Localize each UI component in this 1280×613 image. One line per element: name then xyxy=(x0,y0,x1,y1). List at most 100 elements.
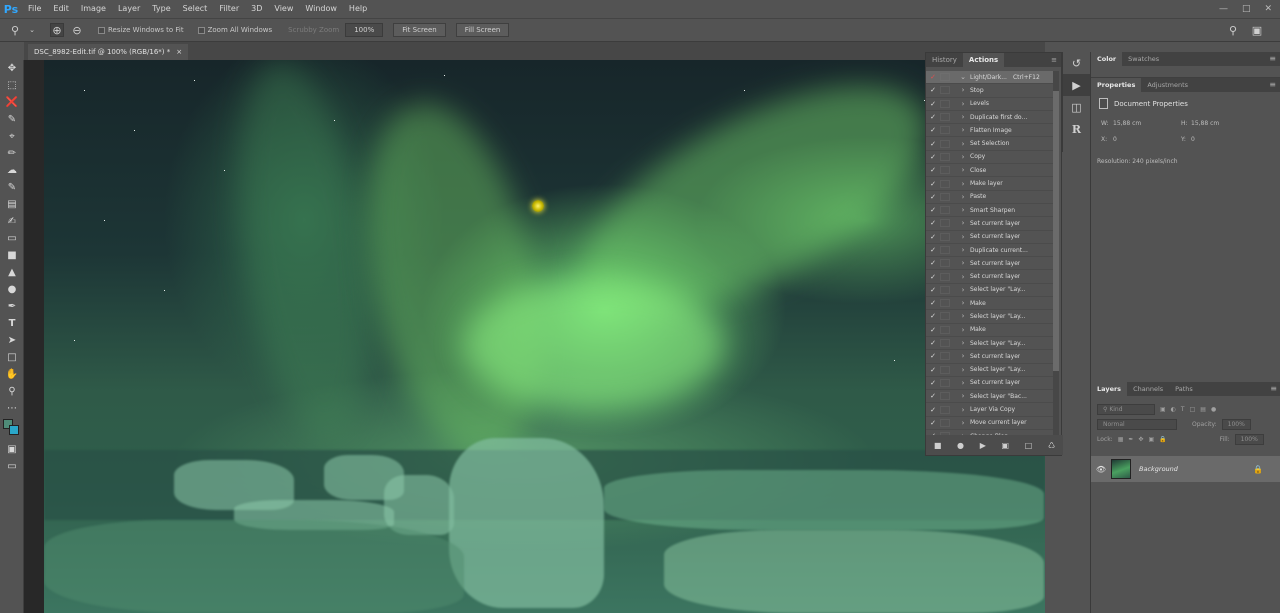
action-step-row[interactable]: ✓ › Layer Via Copy xyxy=(926,403,1054,417)
tab-paths[interactable]: Paths xyxy=(1169,382,1199,396)
scrollbar-thumb[interactable] xyxy=(1053,91,1059,371)
checkmark-icon[interactable]: ✓ xyxy=(926,73,940,81)
tab-actions[interactable]: Actions xyxy=(962,53,1005,67)
filter-pixel-icon[interactable]: ▣ xyxy=(1160,406,1166,413)
dialog-toggle-icon[interactable] xyxy=(940,219,950,228)
record-icon[interactable]: ● xyxy=(957,441,964,450)
action-step-row[interactable]: ✓ › Duplicate current... xyxy=(926,244,1054,258)
scrubby-zoom-checkbox[interactable]: Scrubby Zoom xyxy=(288,26,339,34)
tab-layers[interactable]: Layers xyxy=(1091,382,1128,396)
action-step-row[interactable]: ✓ › Select layer "Bac... xyxy=(926,390,1054,404)
dialog-toggle-icon[interactable] xyxy=(940,73,950,82)
opacity-field[interactable]: 100% xyxy=(1221,419,1251,430)
action-step-row[interactable]: ✓ › Set current layer xyxy=(926,377,1054,391)
chevron-right-icon[interactable]: › xyxy=(956,299,970,307)
dialog-toggle-icon[interactable] xyxy=(940,272,950,281)
fill-screen-button[interactable]: Fill Screen xyxy=(455,23,510,37)
menu-layer[interactable]: Layer xyxy=(112,0,146,18)
checkmark-icon[interactable]: ✓ xyxy=(926,100,940,108)
dialog-toggle-icon[interactable] xyxy=(940,166,950,175)
action-step-row[interactable]: ✓ › Move current layer xyxy=(926,417,1054,431)
filter-smart-icon[interactable]: ▤ xyxy=(1200,406,1206,413)
action-step-row[interactable]: ✓ › Set current layer xyxy=(926,270,1054,284)
marquee-tool-icon[interactable]: ⬚ xyxy=(0,77,24,94)
layer-row-background[interactable]: 👁 Background 🔒 xyxy=(1091,456,1280,482)
dialog-toggle-icon[interactable] xyxy=(940,392,950,401)
zoom-out-icon[interactable]: ⊖ xyxy=(70,23,84,37)
dialog-toggle-icon[interactable] xyxy=(940,86,950,95)
checkmark-icon[interactable]: ✓ xyxy=(926,180,940,188)
brush-tool-icon[interactable]: ✎ xyxy=(0,179,24,196)
screen-mode-icon[interactable]: ▭ xyxy=(0,458,24,475)
clone-stamp-icon[interactable]: ▤ xyxy=(0,196,24,213)
chevron-right-icon[interactable]: › xyxy=(956,153,970,161)
menu-help[interactable]: Help xyxy=(343,0,373,18)
dialog-toggle-icon[interactable] xyxy=(940,405,950,414)
dialog-toggle-icon[interactable] xyxy=(940,285,950,294)
dialog-toggle-icon[interactable] xyxy=(940,418,950,427)
crop-tool-icon[interactable]: ⌖ xyxy=(0,128,24,145)
chevron-right-icon[interactable]: › xyxy=(956,86,970,94)
action-step-row[interactable]: ✓ › Select layer "Lay... xyxy=(926,284,1054,298)
menu-edit[interactable]: Edit xyxy=(47,0,75,18)
checkmark-icon[interactable]: ✓ xyxy=(926,233,940,241)
dialog-toggle-icon[interactable] xyxy=(940,126,950,135)
chevron-right-icon[interactable]: › xyxy=(956,366,970,374)
chevron-right-icon[interactable]: › xyxy=(956,326,970,334)
stop-recording-icon[interactable]: ■ xyxy=(934,441,942,450)
action-step-row[interactable]: ✓ › Make layer xyxy=(926,177,1054,191)
checkmark-icon[interactable]: ✓ xyxy=(926,352,940,360)
minimize-button[interactable]: — xyxy=(1219,4,1228,14)
lock-transparent-icon[interactable]: ▦ xyxy=(1118,436,1124,443)
dialog-toggle-icon[interactable] xyxy=(940,352,950,361)
action-step-row[interactable]: ✓ › Close xyxy=(926,164,1054,178)
checkbox-icon[interactable] xyxy=(197,26,205,34)
action-step-row[interactable]: ✓ › Duplicate first do... xyxy=(926,111,1054,125)
tab-channels[interactable]: Channels xyxy=(1127,382,1169,396)
plugin-panel-icon[interactable]: ◫ xyxy=(1063,96,1090,118)
chevron-right-icon[interactable]: › xyxy=(956,206,970,214)
search-icon[interactable]: ⚲ xyxy=(1226,23,1240,37)
chevron-right-icon[interactable]: › xyxy=(956,312,970,320)
dialog-toggle-icon[interactable] xyxy=(940,246,950,254)
chevron-right-icon[interactable]: › xyxy=(956,339,970,347)
tab-properties[interactable]: Properties xyxy=(1091,78,1142,92)
maximize-button[interactable]: □ xyxy=(1242,4,1251,14)
tab-adjustments[interactable]: Adjustments xyxy=(1141,78,1194,92)
history-panel-icon[interactable]: ↺ xyxy=(1063,52,1090,74)
default-colors-icon[interactable] xyxy=(0,417,24,441)
history-brush-icon[interactable]: ✍ xyxy=(0,213,24,230)
dodge-tool-icon[interactable]: ● xyxy=(0,281,24,298)
filter-toggle-icon[interactable]: ● xyxy=(1211,406,1216,413)
path-select-icon[interactable]: ➤ xyxy=(0,332,24,349)
move-tool-icon[interactable]: ✥ xyxy=(0,60,24,77)
fill-field[interactable]: 100% xyxy=(1234,434,1264,445)
visibility-eye-icon[interactable]: 👁 xyxy=(1091,465,1111,474)
chevron-right-icon[interactable]: › xyxy=(956,286,970,294)
zoom-all-windows-checkbox[interactable]: Zoom All Windows xyxy=(197,26,272,34)
layer-name[interactable]: Background xyxy=(1139,465,1178,473)
color-panel-body[interactable] xyxy=(1091,66,1280,78)
dialog-toggle-icon[interactable] xyxy=(940,179,950,188)
filter-adjustment-icon[interactable]: ◐ xyxy=(1171,406,1176,413)
dialog-toggle-icon[interactable] xyxy=(940,259,950,268)
workspace-icon[interactable]: ▣ xyxy=(1250,23,1264,37)
action-step-row[interactable]: ✓ › Select layer "Lay... xyxy=(926,364,1054,377)
checkmark-icon[interactable]: ✓ xyxy=(926,126,940,134)
menu-file[interactable]: File xyxy=(22,0,47,18)
filter-shape-icon[interactable]: □ xyxy=(1190,406,1196,413)
dialog-toggle-icon[interactable] xyxy=(940,139,950,148)
layer-lock-icon[interactable]: 🔒 xyxy=(1253,465,1263,474)
shape-tool-icon[interactable]: □ xyxy=(0,349,24,366)
checkmark-icon[interactable]: ✓ xyxy=(926,193,940,201)
chevron-right-icon[interactable]: › xyxy=(956,126,970,134)
close-window-button[interactable]: ✕ xyxy=(1264,4,1272,14)
menu-type[interactable]: Type xyxy=(146,0,176,18)
action-step-row[interactable]: ✓ › Stop xyxy=(926,84,1054,98)
action-step-row[interactable]: ✓ › Select layer "Lay... xyxy=(926,337,1054,351)
document-tab[interactable]: DSC_8982-Edit.tif @ 100% (RGB/16*) * × xyxy=(28,44,189,60)
dialog-toggle-icon[interactable] xyxy=(940,232,950,241)
dialog-toggle-icon[interactable] xyxy=(940,339,950,348)
action-step-row[interactable]: ✓ › Set current layer xyxy=(926,257,1054,271)
canvas-area[interactable] xyxy=(24,60,1045,613)
